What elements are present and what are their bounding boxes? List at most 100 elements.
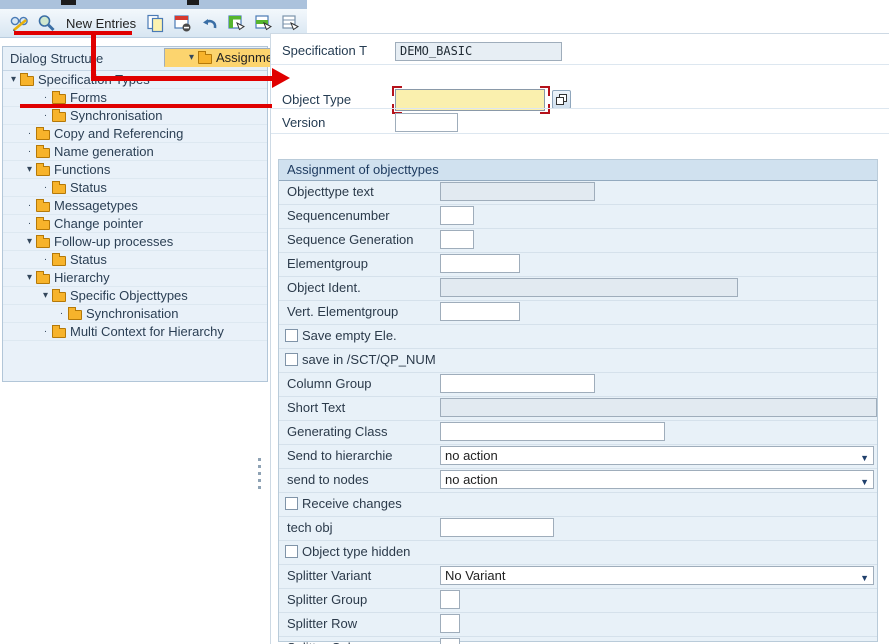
undo-icon[interactable] <box>198 12 220 34</box>
tree-item[interactable]: ·Messagetypes <box>3 197 267 215</box>
expanded-triangle-icon[interactable]: ▾ <box>23 161 36 178</box>
chevron-down-icon: ▼ <box>860 450 869 467</box>
annotation-underline-new-entries <box>14 31 132 35</box>
sequence-generation-input[interactable] <box>440 230 474 249</box>
panel-splitter-handle[interactable] <box>257 458 263 492</box>
tree-item[interactable]: ·Multi Context for Hierarchy <box>3 323 267 341</box>
tree-item-label: Copy and Referencing <box>54 125 183 142</box>
splitter-row-input[interactable] <box>440 614 460 633</box>
specification-type-label: Specification T <box>282 43 367 58</box>
chevron-down-icon: ▼ <box>860 570 869 587</box>
vert-elementgroup-label: Vert. Elementgroup <box>287 301 398 323</box>
annotation-arrow-vertical <box>91 35 96 81</box>
value-help-icon[interactable] <box>552 90 571 109</box>
object-ident-label: Object Ident. <box>287 277 361 299</box>
expanded-triangle-icon[interactable]: ▾ <box>185 49 198 66</box>
dropdown-value: no action <box>445 472 498 487</box>
send-to-nodes-label: send to nodes <box>287 469 369 491</box>
tree-item[interactable]: ·Status <box>3 179 267 197</box>
tree-item[interactable]: ▾Functions <box>3 161 267 179</box>
leaf-bullet-icon: · <box>23 125 36 142</box>
form-row: Object type hidden <box>279 541 877 565</box>
version-input[interactable] <box>395 113 458 132</box>
tree-item-label: Multi Context for Hierarchy <box>70 323 224 340</box>
splitter-row-label: Splitter Row <box>287 613 357 635</box>
tree-item[interactable]: ▾ Specific Objecttypes <box>3 287 267 305</box>
copy-selected-entries-icon[interactable] <box>252 12 274 34</box>
tree-item[interactable]: ·Change pointer <box>3 215 267 233</box>
form-row: Generating Class <box>279 421 877 445</box>
leaf-bullet-icon: · <box>23 215 36 232</box>
column-group-input[interactable] <box>440 374 595 393</box>
expanded-triangle-icon[interactable]: ▾ <box>39 287 52 304</box>
splitter-group-label: Splitter Group <box>287 589 367 611</box>
copy-entries-icon[interactable] <box>225 12 247 34</box>
chevron-down-icon: ▼ <box>860 474 869 491</box>
tree-item[interactable]: ·Status <box>3 251 267 269</box>
splitter-column-input[interactable] <box>440 638 460 644</box>
detail-form-panel: Specification T DEMO_BASIC Object Type V… <box>270 33 889 644</box>
annotation-arrow-horizontal <box>91 76 273 81</box>
folder-icon <box>36 148 50 158</box>
splitter-group-input[interactable] <box>440 590 460 609</box>
form-row: tech obj <box>279 517 877 541</box>
splitter-variant-dropdown[interactable]: No Variant▼ <box>440 566 874 585</box>
tree-item-label: Specific Objecttypes <box>70 287 188 304</box>
sequencenumber-input[interactable] <box>440 206 474 225</box>
divider <box>271 108 889 109</box>
tree-item-label: Hierarchy <box>54 269 110 286</box>
copy-all-icon[interactable] <box>144 12 166 34</box>
form-row: Sequence Generation <box>279 229 877 253</box>
form-row: Send to hierarchieno action▼ <box>279 445 877 469</box>
expanded-triangle-icon[interactable]: ▾ <box>23 233 36 250</box>
version-label: Version <box>282 115 325 130</box>
leaf-bullet-icon: · <box>39 251 52 268</box>
expanded-triangle-icon[interactable]: ▾ <box>23 269 36 286</box>
send-to-nodes-dropdown[interactable]: no action ▼ <box>440 470 874 489</box>
save-in-sct-qp-num-checkbox[interactable] <box>285 353 298 366</box>
tree-item[interactable]: ·Name generation <box>3 143 267 161</box>
vert-elementgroup-input[interactable] <box>440 302 520 321</box>
cropped-text-fragment <box>61 0 76 5</box>
folder-icon <box>36 238 50 248</box>
folder-icon <box>52 292 66 302</box>
new-entries-button[interactable]: New Entries <box>66 16 136 31</box>
sequencenumber-label: Sequencenumber <box>287 205 390 227</box>
generating-class-input[interactable] <box>440 422 665 441</box>
folder-icon <box>52 112 66 122</box>
tech-obj-input[interactable] <box>440 518 554 537</box>
delete-line-icon[interactable] <box>171 12 193 34</box>
form-row: Receive changes <box>279 493 877 517</box>
leaf-bullet-icon: · <box>23 197 36 214</box>
elementgroup-input[interactable] <box>440 254 520 273</box>
annotation-arrowhead-icon <box>272 68 290 88</box>
object-type-hidden-checkbox[interactable] <box>285 545 298 558</box>
copy-retain-entries-icon[interactable] <box>279 12 301 34</box>
tree-item[interactable]: ▾ Hierarchy <box>3 269 267 287</box>
object-ident-field <box>440 278 738 297</box>
tree-item-label: Synchronisation <box>86 305 179 322</box>
objecttype-text-label: Objecttype text <box>287 181 374 203</box>
annotation-underline-assignment <box>20 104 272 108</box>
folder-icon <box>20 76 34 86</box>
folder-icon <box>52 328 66 338</box>
tree-item[interactable]: ·Synchronisation <box>3 305 267 323</box>
expanded-triangle-icon[interactable]: ▾ <box>7 71 20 88</box>
save-empty-ele-checkbox[interactable] <box>285 329 298 342</box>
dialog-structure-panel: Dialog Structure ▾Specification Types▾As… <box>2 46 268 382</box>
splitter-variant-label: Splitter Variant <box>287 565 371 587</box>
tree-item[interactable]: ▾Follow-up processes <box>3 233 267 251</box>
folder-icon <box>36 166 50 176</box>
objecttype-text-field <box>440 182 595 201</box>
form-row: Short Text <box>279 397 877 421</box>
send-to-hierarchie-dropdown[interactable]: no action▼ <box>440 446 874 465</box>
checkbox-label: Save empty Ele. <box>302 325 397 347</box>
object-type-label: Object Type <box>282 92 351 107</box>
folder-icon <box>36 220 50 230</box>
receive-changes-checkbox[interactable] <box>285 497 298 510</box>
form-row: Splitter Group <box>279 589 877 613</box>
tree-item[interactable]: ·Synchronisation <box>3 107 267 125</box>
form-row: Vert. Elementgroup <box>279 301 877 325</box>
form-row: Sequencenumber <box>279 205 877 229</box>
tree-item[interactable]: · Copy and Referencing <box>3 125 267 143</box>
